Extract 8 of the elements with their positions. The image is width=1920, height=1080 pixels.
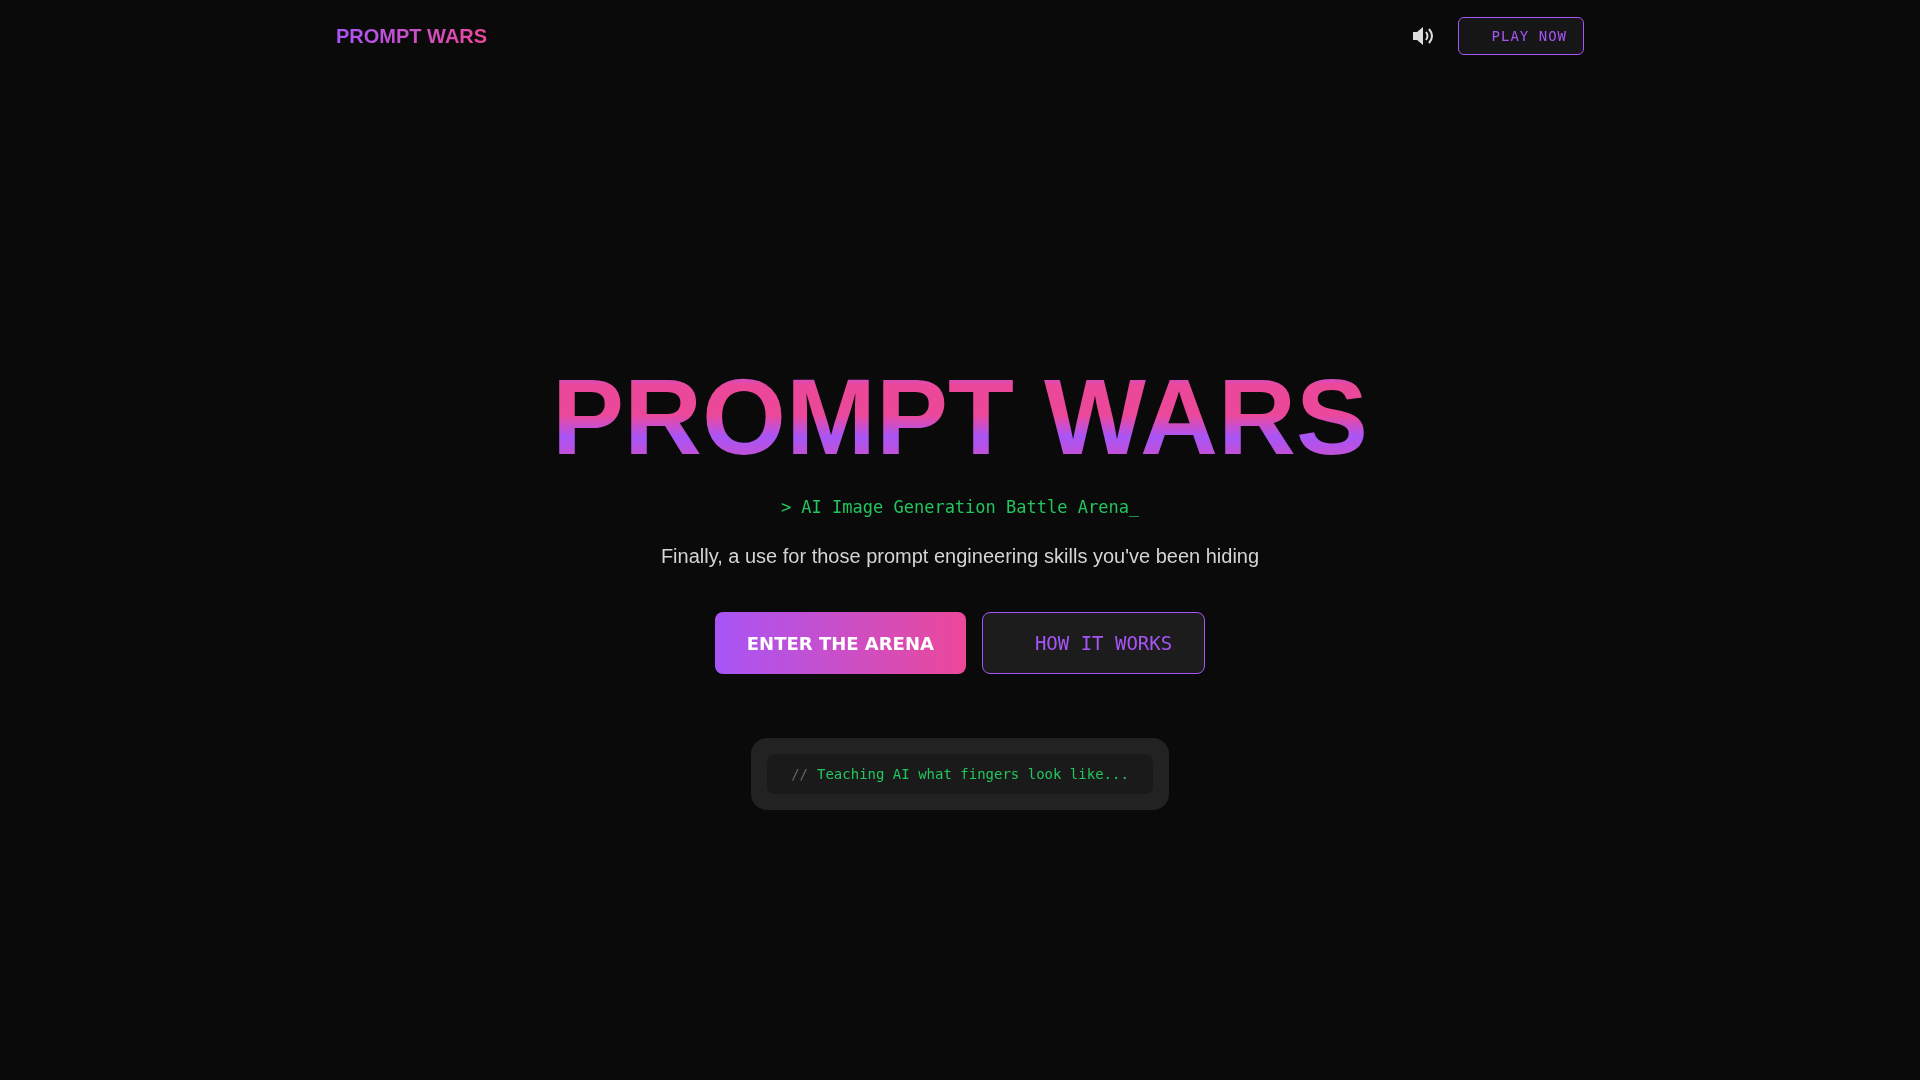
enter-button[interactable]: ENTER THE ARENA xyxy=(714,612,966,675)
tagline: Finally, a use for those prompt engineering skills you've been hiding xyxy=(660,545,1260,569)
status-text: Teaching AI what fingers look like... xyxy=(817,766,1129,783)
speaker-icon[interactable] xyxy=(1411,26,1434,46)
play-now-button[interactable]: PLAY NOW xyxy=(1457,17,1584,55)
info-button[interactable]: HOW IT WORKS xyxy=(981,612,1206,675)
subtitle: > AI Image Generation Battle Arena_ xyxy=(780,497,1140,518)
comment-prefix: // xyxy=(791,766,808,783)
